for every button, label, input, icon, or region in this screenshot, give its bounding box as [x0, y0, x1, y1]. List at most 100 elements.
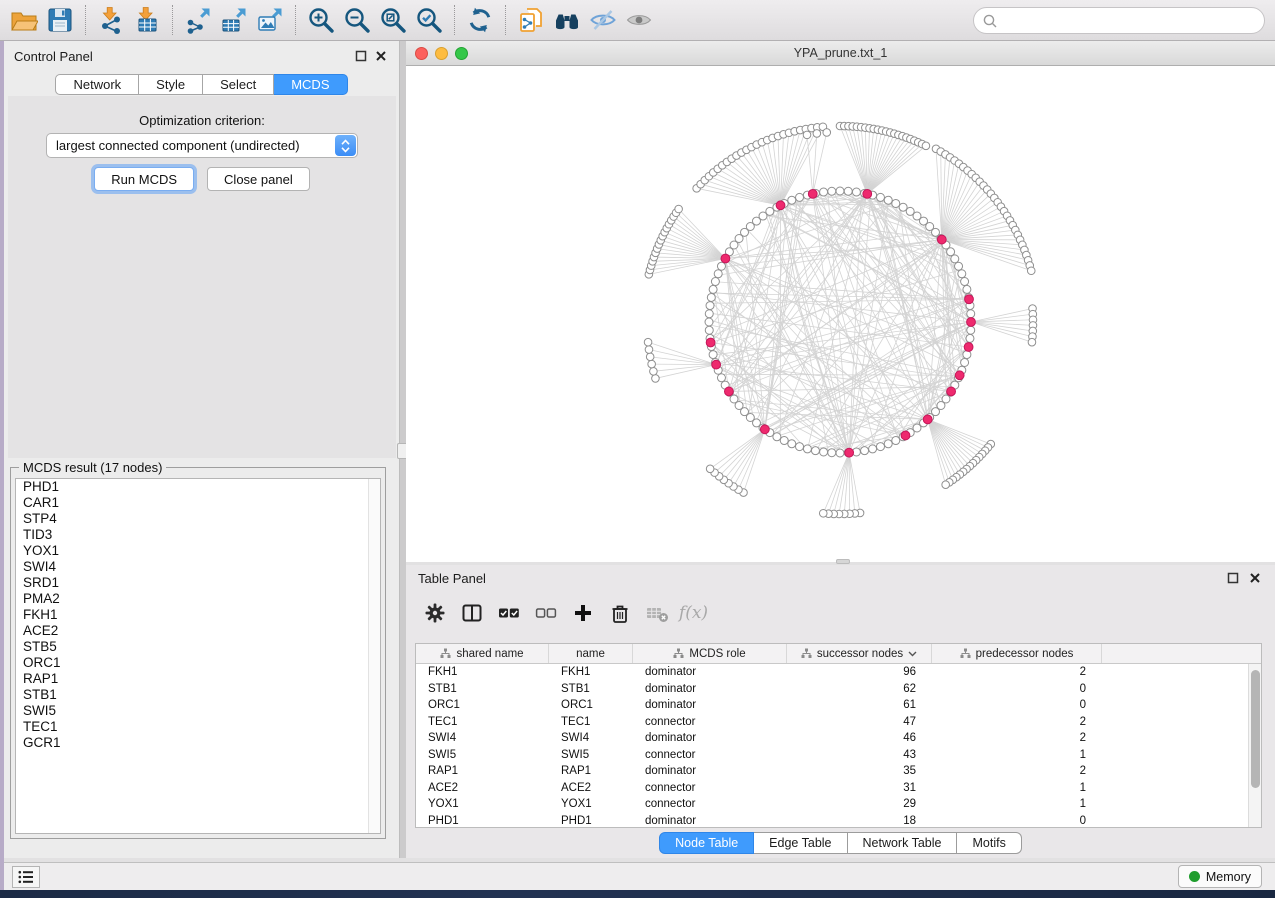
cell-mcds-role[interactable]: dominator: [633, 815, 787, 827]
deselect-all-columns-button[interactable]: [527, 597, 564, 629]
cell-name[interactable]: ORC1: [549, 699, 633, 711]
cell-predecessor-nodes[interactable]: 1: [932, 798, 1102, 810]
cell-predecessor-nodes[interactable]: 1: [932, 749, 1102, 761]
mcds-node-item[interactable]: STB1: [16, 687, 380, 703]
network-graph[interactable]: [406, 66, 1275, 562]
mcds-node-item[interactable]: ORC1: [16, 655, 380, 671]
mcds-node-item[interactable]: PMA2: [16, 591, 380, 607]
split-view-button[interactable]: [453, 597, 490, 629]
cell-predecessor-nodes[interactable]: 0: [932, 699, 1102, 711]
criterion-dropdown[interactable]: largest connected component (undirected): [46, 133, 358, 158]
import-network-button[interactable]: [93, 2, 129, 38]
task-history-button[interactable]: [12, 866, 40, 888]
mcds-node-item[interactable]: CAR1: [16, 495, 380, 511]
cell-shared-name[interactable]: FKH1: [416, 666, 549, 678]
table-row-FKH1[interactable]: FKH1FKH1dominator962: [416, 664, 1261, 681]
tab-select[interactable]: Select: [203, 74, 274, 95]
cell-mcds-role[interactable]: dominator: [633, 683, 787, 695]
column-header-shared-name[interactable]: shared name: [416, 644, 549, 663]
mcds-node-item[interactable]: STB5: [16, 639, 380, 655]
cell-shared-name[interactable]: SWI5: [416, 749, 549, 761]
mcds-result-list[interactable]: PHD1CAR1STP4TID3YOX1SWI4SRD1PMA2FKH1ACE2…: [15, 478, 381, 834]
mcds-node-item[interactable]: SWI4: [16, 559, 380, 575]
tab-network[interactable]: Network: [55, 74, 139, 95]
cell-shared-name[interactable]: RAP1: [416, 765, 549, 777]
cell-mcds-role[interactable]: connector: [633, 749, 787, 761]
cell-predecessor-nodes[interactable]: 2: [932, 732, 1102, 744]
mcds-node-item[interactable]: ACE2: [16, 623, 380, 639]
clone-network-button[interactable]: [513, 2, 549, 38]
zoom-selected-button[interactable]: [411, 2, 447, 38]
cell-mcds-role[interactable]: dominator: [633, 666, 787, 678]
cell-name[interactable]: TEC1: [549, 716, 633, 728]
tab-network-table[interactable]: Network Table: [848, 832, 958, 854]
table-row-ORC1[interactable]: ORC1ORC1dominator610: [416, 697, 1261, 714]
cell-mcds-role[interactable]: dominator: [633, 699, 787, 711]
table-row-TEC1[interactable]: TEC1TEC1connector472: [416, 714, 1261, 731]
close-panel-button[interactable]: Close panel: [207, 167, 310, 191]
column-header-name[interactable]: name: [549, 644, 633, 663]
export-table-button[interactable]: [216, 2, 252, 38]
cell-mcds-role[interactable]: connector: [633, 716, 787, 728]
table-scrollbar-thumb[interactable]: [1251, 670, 1260, 788]
save-session-button[interactable]: [42, 2, 78, 38]
function-builder-button[interactable]: f(x): [675, 597, 712, 629]
table-row-PHD1[interactable]: PHD1PHD1dominator180: [416, 813, 1261, 829]
cell-name[interactable]: PHD1: [549, 815, 633, 827]
cell-mcds-role[interactable]: dominator: [633, 732, 787, 744]
table-scrollbar[interactable]: [1248, 664, 1261, 827]
cell-predecessor-nodes[interactable]: 1: [932, 782, 1102, 794]
tab-node-table[interactable]: Node Table: [659, 832, 754, 854]
cell-name[interactable]: FKH1: [549, 666, 633, 678]
column-header-successor-nodes[interactable]: successor nodes: [787, 644, 932, 663]
cell-name[interactable]: STB1: [549, 683, 633, 695]
cell-mcds-role[interactable]: connector: [633, 782, 787, 794]
hide-selected-button[interactable]: [585, 2, 621, 38]
float-panel-icon[interactable]: [1227, 572, 1239, 584]
search-field[interactable]: [973, 7, 1265, 34]
cell-shared-name[interactable]: YOX1: [416, 798, 549, 810]
show-all-button[interactable]: [621, 2, 657, 38]
cell-successor-nodes[interactable]: 31: [787, 782, 932, 794]
open-session-button[interactable]: [6, 2, 42, 38]
float-panel-icon[interactable]: [355, 50, 367, 62]
table-settings-button[interactable]: [416, 597, 453, 629]
cell-predecessor-nodes[interactable]: 2: [932, 666, 1102, 678]
cell-name[interactable]: SWI5: [549, 749, 633, 761]
mcds-node-item[interactable]: PHD1: [16, 479, 380, 495]
mcds-list-scrollbar[interactable]: [368, 479, 380, 833]
mcds-node-item[interactable]: SWI5: [16, 703, 380, 719]
cell-shared-name[interactable]: SWI4: [416, 732, 549, 744]
refresh-view-button[interactable]: [462, 2, 498, 38]
first-neighbors-button[interactable]: [549, 2, 585, 38]
cell-predecessor-nodes[interactable]: 0: [932, 683, 1102, 695]
cell-name[interactable]: ACE2: [549, 782, 633, 794]
table-row-RAP1[interactable]: RAP1RAP1dominator352: [416, 763, 1261, 780]
table-row-ACE2[interactable]: ACE2ACE2connector311: [416, 780, 1261, 797]
cell-successor-nodes[interactable]: 35: [787, 765, 932, 777]
add-column-button[interactable]: [564, 597, 601, 629]
mcds-node-item[interactable]: GCR1: [16, 735, 380, 751]
close-panel-icon[interactable]: [1249, 572, 1261, 584]
cell-mcds-role[interactable]: connector: [633, 798, 787, 810]
export-network-button[interactable]: [180, 2, 216, 38]
zoom-out-button[interactable]: [339, 2, 375, 38]
cell-successor-nodes[interactable]: 43: [787, 749, 932, 761]
cell-predecessor-nodes[interactable]: 0: [932, 815, 1102, 827]
table-row-STB1[interactable]: STB1STB1dominator620: [416, 681, 1261, 698]
tab-motifs[interactable]: Motifs: [957, 832, 1021, 854]
tab-mcds[interactable]: MCDS: [274, 74, 347, 95]
cell-successor-nodes[interactable]: 61: [787, 699, 932, 711]
delete-column-button[interactable]: [601, 597, 638, 629]
clear-table-button[interactable]: [638, 597, 675, 629]
cell-successor-nodes[interactable]: 62: [787, 683, 932, 695]
horizontal-splitter-handle[interactable]: [836, 559, 850, 564]
tab-edge-table[interactable]: Edge Table: [754, 832, 847, 854]
export-image-button[interactable]: [252, 2, 288, 38]
mcds-node-item[interactable]: SRD1: [16, 575, 380, 591]
cell-mcds-role[interactable]: dominator: [633, 765, 787, 777]
table-row-YOX1[interactable]: YOX1YOX1connector291: [416, 796, 1261, 813]
import-table-button[interactable]: [129, 2, 165, 38]
mcds-node-item[interactable]: YOX1: [16, 543, 380, 559]
mcds-node-item[interactable]: TEC1: [16, 719, 380, 735]
